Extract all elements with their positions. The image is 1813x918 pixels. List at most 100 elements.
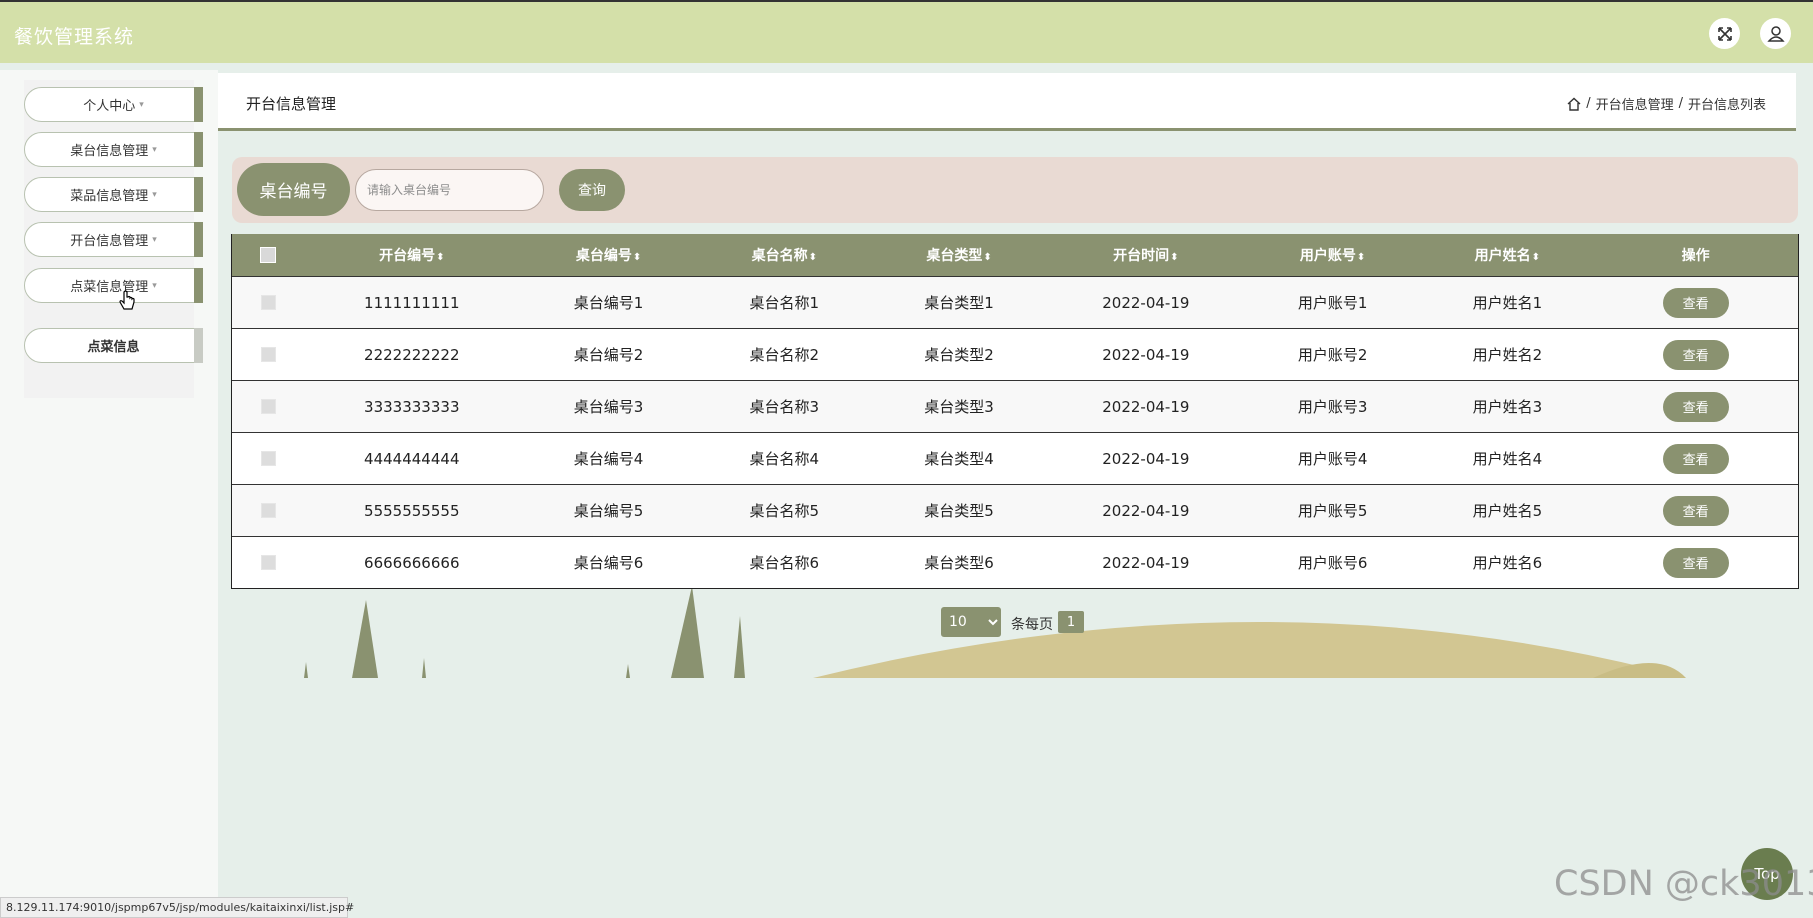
row-checkbox[interactable] <box>260 451 276 466</box>
table-cell: 2022-04-19 <box>1102 553 1190 572</box>
view-button[interactable]: 查看 <box>1662 339 1729 370</box>
view-button[interactable]: 查看 <box>1662 547 1729 578</box>
sidebar-item-opening-info[interactable]: 开台信息管理 ▾ <box>24 222 203 257</box>
column-label: 桌台类型 <box>926 248 983 264</box>
row-checkbox[interactable] <box>260 295 276 310</box>
sort-icon: ⬍ <box>808 252 817 263</box>
view-button[interactable]: 查看 <box>1662 443 1729 474</box>
sort-icon: ⬍ <box>983 252 992 263</box>
table-cell: 桌台编号2 <box>573 346 644 364</box>
table-row: 3333333333 桌台编号3 桌台名称3 桌台类型3 2022-04-19 … <box>232 380 1798 432</box>
view-button[interactable]: 查看 <box>1662 495 1729 526</box>
column-header[interactable]: 用户账号⬍ <box>1244 245 1422 265</box>
row-checkbox[interactable] <box>260 399 276 414</box>
table-cell: 2222222222 <box>364 345 460 364</box>
column-label: 开台编号 <box>379 248 436 264</box>
table-cell: 5555555555 <box>364 501 460 520</box>
sidebar-item-dish-info[interactable]: 菜品信息管理 ▾ <box>24 177 203 212</box>
column-header[interactable]: 用户姓名⬍ <box>1421 245 1593 265</box>
table-cell: 2022-04-19 <box>1102 345 1190 364</box>
table-cell: 2022-04-19 <box>1102 501 1190 520</box>
table-cell: 用户账号6 <box>1297 554 1368 572</box>
view-button[interactable]: 查看 <box>1662 391 1729 422</box>
table-cell: 用户姓名5 <box>1472 502 1543 520</box>
breadcrumb-separator: / <box>1678 96 1683 111</box>
sidebar-item-profile[interactable]: 个人中心 ▾ <box>24 87 203 122</box>
table-cell: 用户姓名2 <box>1472 346 1543 364</box>
table-cell: 用户账号3 <box>1297 398 1368 416</box>
table-cell: 桌台编号6 <box>573 554 644 572</box>
search-input[interactable] <box>355 169 544 211</box>
column-header[interactable]: 桌台名称⬍ <box>698 245 870 265</box>
column-header[interactable]: 开台时间⬍ <box>1048 245 1244 265</box>
row-checkbox[interactable] <box>260 555 276 570</box>
column-header[interactable]: 桌台编号⬍ <box>519 245 699 265</box>
user-icon <box>1766 25 1785 42</box>
sidebar-item-table-info[interactable]: 桌台信息管理 ▾ <box>24 132 203 167</box>
table-cell: 桌台类型6 <box>924 554 994 572</box>
select-all-checkbox[interactable] <box>260 247 277 263</box>
home-icon[interactable] <box>1567 97 1581 111</box>
table-row: 5555555555 桌台编号5 桌台名称5 桌台类型5 2022-04-19 … <box>232 484 1798 536</box>
row-checkbox[interactable] <box>260 347 276 362</box>
sidebar-item-label: 个人中心 <box>83 99 136 114</box>
sidebar-item-label: 桌台信息管理 <box>70 144 149 159</box>
status-bar-url: 8.129.11.174:9010/jspmp67v5/jsp/modules/… <box>0 897 354 918</box>
table-cell: 2022-04-19 <box>1102 449 1190 468</box>
user-button[interactable] <box>1760 18 1791 49</box>
table-cell: 桌台编号1 <box>573 294 644 312</box>
table-cell: 3333333333 <box>364 397 460 416</box>
column-header[interactable]: 桌台类型⬍ <box>870 245 1048 265</box>
column-label: 用户姓名 <box>1474 248 1531 264</box>
column-header[interactable]: 开台编号⬍ <box>305 245 519 265</box>
page-number-button[interactable]: 1 <box>1058 611 1084 633</box>
table-cell: 用户姓名6 <box>1472 554 1543 572</box>
table-cell: 桌台类型4 <box>924 450 994 468</box>
fullscreen-icon <box>1717 26 1732 41</box>
table-body: 1111111111 桌台编号1 桌台名称1 桌台类型1 2022-04-19 … <box>232 276 1798 588</box>
view-button[interactable]: 查看 <box>1662 287 1729 318</box>
table-cell: 桌台名称4 <box>749 450 820 468</box>
chevron-down-icon: ▾ <box>152 144 157 155</box>
chevron-down-icon: ▾ <box>152 280 157 291</box>
table-cell: 桌台类型3 <box>924 398 994 416</box>
chevron-down-icon: ▾ <box>139 99 144 110</box>
breadcrumb: / 开台信息管理 / 开台信息列表 <box>1567 94 1766 113</box>
page-size-select[interactable]: 10 <box>941 607 1001 637</box>
search-label: 桌台编号 <box>237 163 350 216</box>
table-cell: 用户账号2 <box>1297 346 1368 364</box>
table-cell: 桌台类型5 <box>924 502 994 520</box>
breadcrumb-item[interactable]: 开台信息管理 <box>1596 94 1674 113</box>
fullscreen-button[interactable] <box>1709 18 1740 49</box>
search-button[interactable]: 查询 <box>559 169 625 211</box>
sidebar-item-order-management[interactable]: 点菜信息管理 ▾ <box>24 268 203 303</box>
table-cell: 桌台编号5 <box>573 502 644 520</box>
table-cell: 用户姓名3 <box>1472 398 1543 416</box>
sidebar-subitem-order-info[interactable]: 点菜信息 <box>24 328 203 363</box>
sort-icon: ⬍ <box>1531 252 1541 263</box>
table-row: 4444444444 桌台编号4 桌台名称4 桌台类型4 2022-04-19 … <box>232 432 1798 484</box>
breadcrumb-item-current: 开台信息列表 <box>1687 98 1766 113</box>
chevron-down-icon: ▾ <box>152 234 157 245</box>
table-cell: 桌台类型2 <box>924 346 994 364</box>
table-cell: 用户姓名1 <box>1472 294 1543 312</box>
column-header-actions: 操作 <box>1681 248 1710 264</box>
column-label: 开台时间 <box>1113 248 1170 264</box>
table-cell: 2022-04-19 <box>1102 397 1190 416</box>
row-checkbox[interactable] <box>260 503 276 518</box>
search-bar: 桌台编号 查询 <box>232 157 1798 223</box>
column-label: 桌台名称 <box>751 248 808 264</box>
breadcrumb-separator: / <box>1586 96 1591 111</box>
column-label: 桌台编号 <box>575 248 632 264</box>
table-cell: 桌台类型1 <box>924 294 994 312</box>
table-cell: 2022-04-19 <box>1102 293 1190 312</box>
sort-icon: ⬍ <box>1170 252 1179 263</box>
per-page-label: 条每页 <box>1011 617 1053 633</box>
table-header: 开台编号⬍ 桌台编号⬍ 桌台名称⬍ 桌台类型⬍ 开台时间⬍ 用户账号⬍ 用户姓名… <box>232 234 1798 276</box>
table-cell: 桌台名称5 <box>749 502 820 520</box>
app-title: 餐饮管理系统 <box>14 26 135 48</box>
table-cell: 桌台编号3 <box>573 398 644 416</box>
page-title: 开台信息管理 <box>246 95 337 113</box>
sort-icon: ⬍ <box>632 252 642 263</box>
table-cell: 桌台名称2 <box>749 346 820 364</box>
